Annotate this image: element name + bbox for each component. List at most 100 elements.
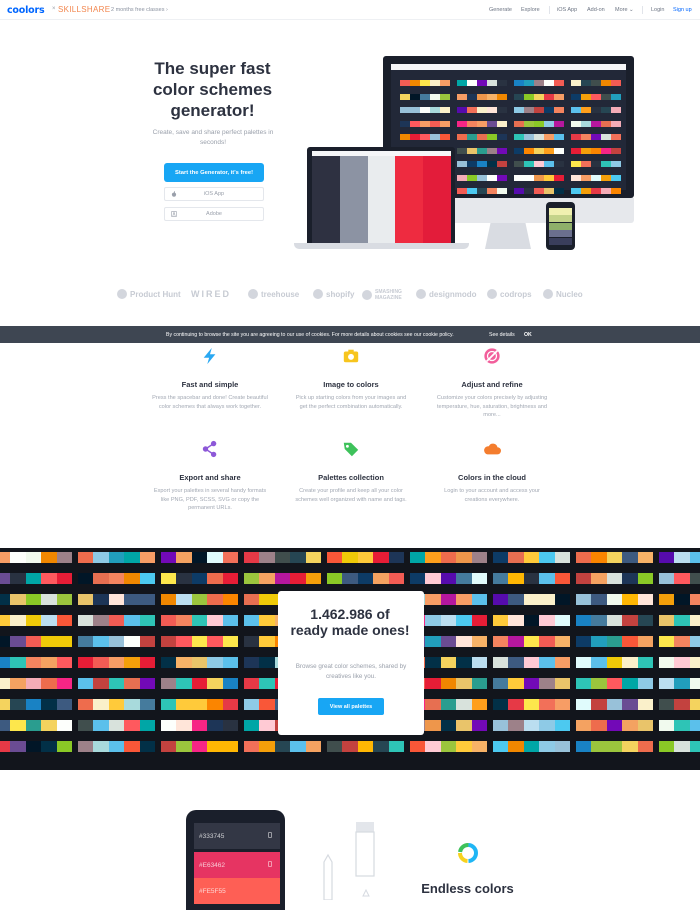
palette-swatch: [487, 161, 497, 167]
palette-swatch: [440, 699, 457, 710]
palette-swatch: [611, 120, 621, 127]
screen-palette: [514, 107, 564, 113]
palette-swatch: [388, 552, 405, 563]
nav-ios-app[interactable]: iOS App: [557, 7, 577, 13]
palette-swatch: [493, 720, 509, 731]
palette-swatch: [534, 93, 544, 100]
palette-swatch: [357, 741, 374, 752]
palette-swatch: [457, 80, 467, 86]
palette-swatch: [176, 552, 192, 563]
brand-icon: [362, 290, 372, 300]
palette-swatch: [388, 573, 405, 584]
nav-more-dropdown[interactable]: More ⌄: [615, 7, 634, 13]
palette-swatch: [259, 594, 275, 605]
coolors-logo[interactable]: coolors: [7, 5, 45, 16]
background-palette: [576, 657, 654, 668]
palette-swatch: [456, 741, 472, 752]
palette-swatch: [571, 161, 581, 167]
palette-swatch: [440, 134, 450, 140]
palette-swatch: [400, 80, 410, 86]
palette-swatch: [544, 161, 554, 167]
screen-palette: [457, 93, 507, 100]
screen-palette: [514, 147, 564, 154]
signup-link[interactable]: Sign up: [673, 7, 692, 13]
palette-swatch: [0, 699, 11, 710]
palette-swatch: [477, 120, 487, 127]
palette-swatch: [108, 699, 125, 710]
apple-icon: [171, 191, 177, 197]
palette-swatch: [440, 594, 457, 605]
palette-swatch: [78, 741, 94, 752]
palette-swatch: [611, 93, 621, 100]
palette-swatch: [0, 720, 11, 731]
screen-palette: [514, 120, 564, 127]
palette-swatch: [457, 174, 467, 181]
palette-swatch: [430, 107, 440, 113]
nav-explore[interactable]: Explore: [521, 7, 540, 13]
background-palette: [78, 699, 156, 710]
palette-swatch: [554, 120, 564, 127]
view-all-palettes-button[interactable]: View all palettes: [318, 698, 384, 715]
palette-swatch: [514, 147, 524, 154]
palette-swatch: [601, 188, 611, 194]
palette-swatch: [534, 134, 544, 140]
promo-link[interactable]: 2 months free classes ›: [111, 7, 168, 13]
palette-swatch: [611, 134, 621, 140]
palette-swatch: [124, 573, 140, 584]
cookie-details-link[interactable]: See details: [489, 332, 515, 338]
palette-swatch: [477, 93, 487, 100]
palette-swatch: [689, 720, 700, 731]
palette-swatch: [611, 80, 621, 86]
background-palette: [493, 552, 571, 563]
palette-swatch: [611, 147, 621, 154]
palette-swatch: [124, 657, 140, 668]
skillshare-logo[interactable]: SKILLSHARE: [58, 5, 110, 14]
nav-add-on[interactable]: Add-on: [587, 7, 605, 13]
palette-swatch: [637, 699, 654, 710]
palette-swatch: [534, 107, 544, 113]
background-palette: [244, 552, 322, 563]
palette-swatch: [539, 699, 555, 710]
cookie-ok-button[interactable]: OK: [524, 332, 532, 338]
palette-swatch: [176, 594, 192, 605]
login-link[interactable]: Login: [651, 7, 664, 13]
palette-swatch: [161, 594, 177, 605]
palette-swatch: [41, 657, 57, 668]
palette-swatch: [523, 699, 540, 710]
palette-swatch: [425, 573, 441, 584]
palette-swatch: [524, 174, 534, 181]
adobe-button[interactable]: Adobe: [164, 207, 264, 221]
palette-swatch: [471, 699, 488, 710]
palette-swatch: [689, 594, 700, 605]
phone-swatch: [549, 222, 572, 230]
palette-swatch: [56, 552, 73, 563]
palette-swatch: [601, 161, 611, 167]
screen-palette: [514, 134, 564, 140]
nav-generate[interactable]: Generate: [489, 7, 512, 13]
palette-swatch: [457, 188, 467, 194]
background-palette: [0, 699, 73, 710]
brand-logo: treehouse: [248, 289, 299, 299]
palette-swatch: [56, 594, 73, 605]
palette-swatch: [161, 699, 177, 710]
feature-title: Image to colors: [323, 380, 379, 389]
background-palette: [493, 720, 571, 731]
palette-swatch: [373, 573, 389, 584]
marker-illustration: [323, 822, 375, 900]
palette-swatch: [622, 573, 638, 584]
palette-swatch: [244, 741, 260, 752]
start-generator-button[interactable]: Start the Generator, it's free!: [164, 163, 264, 182]
palette-swatch: [244, 678, 260, 689]
palette-swatch: [576, 720, 592, 731]
monitor-stand: [485, 223, 531, 249]
lock-icon: [268, 832, 272, 838]
ios-app-button[interactable]: iOS App: [164, 187, 264, 201]
palette-swatch: [554, 657, 571, 668]
palette-swatch: [244, 657, 260, 668]
background-palette: [410, 573, 488, 584]
screen-palette: [514, 80, 564, 86]
palette-swatch: [576, 657, 592, 668]
palette-swatch: [305, 741, 322, 752]
palette-swatch: [689, 552, 700, 563]
palette-swatch: [400, 107, 410, 113]
